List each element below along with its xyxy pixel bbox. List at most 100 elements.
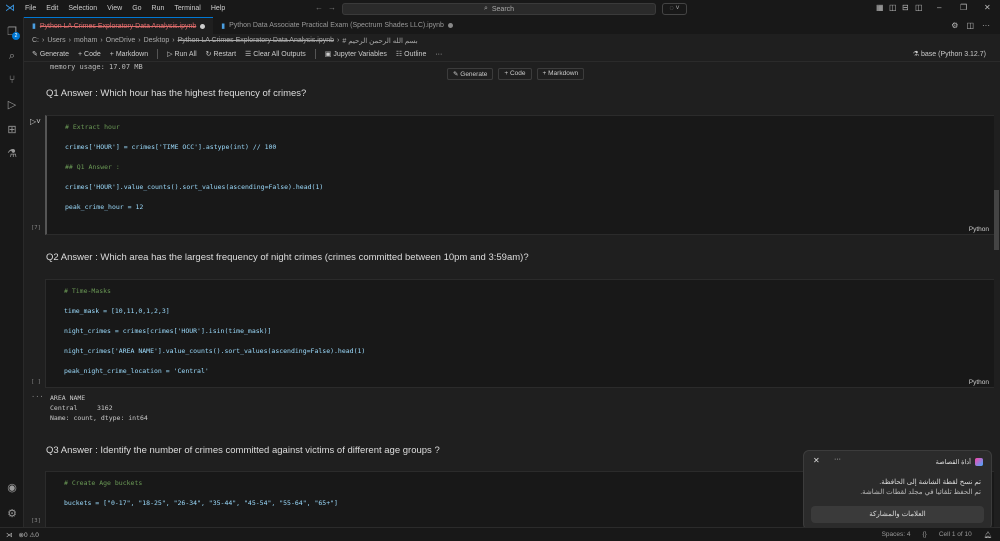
menu-view[interactable]: View: [102, 5, 127, 12]
run-debug-icon[interactable]: ▷: [5, 98, 19, 112]
problems-indicator[interactable]: ⊗0 ⚠0: [19, 531, 39, 539]
breadcrumb-item[interactable]: OneDrive: [106, 37, 136, 45]
menu-selection[interactable]: Selection: [63, 5, 102, 12]
close-window-icon[interactable]: ✕: [984, 3, 991, 12]
code-editor[interactable]: # Create Age buckets buckets = ["0-17", "…: [64, 479, 338, 519]
code-line[interactable]: buckets = ["0-17", "18-25", "26-34", "35…: [64, 499, 338, 519]
code-editor[interactable]: # Extract hour crimes['HOUR'] = crimes['T…: [65, 123, 323, 223]
breadcrumb-item[interactable]: # بسم الله الرحمن الرحيم: [342, 37, 417, 45]
insert-cell-toolbar: ✎ Generate + Code + Markdown: [447, 68, 585, 80]
settings-icon[interactable]: ⚙: [951, 21, 958, 30]
explorer-badge: 2: [12, 32, 20, 40]
toggle-sidebar-icon[interactable]: ◫: [889, 3, 897, 12]
notification-more-icon[interactable]: ···: [834, 456, 841, 463]
menu-file[interactable]: File: [20, 5, 41, 12]
cell-language[interactable]: Python: [969, 379, 989, 386]
jupyter-variables-button[interactable]: ▣ Jupyter Variables: [325, 50, 387, 58]
code-line[interactable]: crimes['HOUR'].value_counts().sort_value…: [65, 183, 323, 203]
code-line[interactable]: # Extract hour: [65, 123, 323, 143]
float-markdown-button[interactable]: + Markdown: [536, 68, 585, 80]
code-line[interactable]: night_crimes['AREA NAME'].value_counts()…: [64, 347, 365, 367]
scrollbar[interactable]: [994, 190, 999, 250]
account-icon[interactable]: ◉: [5, 481, 19, 495]
notification-close-icon[interactable]: ✕: [813, 456, 820, 465]
tab-spectrum-shades[interactable]: ▮ Python Data Associate Practical Exam (S…: [213, 17, 461, 34]
code-cell-2[interactable]: # Time-Masks time_mask = [10,11,0,1,2,3] n…: [45, 279, 994, 388]
code-line[interactable]: night_crimes = crimes[crimes['HOUR'].isi…: [64, 327, 365, 347]
float-code-button[interactable]: + Code: [498, 68, 532, 80]
generate-button[interactable]: ✎ Generate: [32, 50, 69, 58]
tab-la-crimes[interactable]: ▮ Python LA Crimes Exploratory Data Analy…: [24, 17, 214, 34]
code-cell-1[interactable]: # Extract hour crimes['HOUR'] = crimes['T…: [45, 115, 994, 235]
settings-gear-icon[interactable]: ⚙: [5, 507, 19, 521]
kernel-icon: ⚗: [912, 51, 920, 58]
more-button[interactable]: ···: [435, 51, 442, 58]
code-line[interactable]: peak_crime_hour = 12: [65, 203, 323, 223]
clear-outputs-button[interactable]: ☰ Clear All Outputs: [245, 50, 306, 58]
code-editor[interactable]: # Time-Masks time_mask = [10,11,0,1,2,3] n…: [64, 287, 365, 387]
run-all-button[interactable]: ▷ Run All: [167, 50, 197, 58]
tab-label: Python Data Associate Practical Exam (Sp…: [229, 22, 444, 29]
breadcrumb-item[interactable]: moham: [74, 37, 97, 45]
source-control-icon[interactable]: ⑂: [5, 73, 19, 87]
search-label: Search: [491, 5, 515, 13]
menu-run[interactable]: Run: [147, 5, 170, 12]
code-line[interactable]: # Create Age buckets: [64, 479, 338, 499]
more-actions-icon[interactable]: ···: [982, 21, 990, 30]
minimize-icon[interactable]: –: [937, 3, 941, 12]
toggle-panel-icon[interactable]: ⊟: [902, 3, 909, 12]
menu-edit[interactable]: Edit: [41, 5, 63, 12]
output-text: memory usage: 17.07 MB: [50, 63, 143, 71]
cell-language[interactable]: Python: [969, 226, 989, 233]
modified-dot-icon[interactable]: [447, 23, 453, 28]
run-cell-icon[interactable]: ▷˅: [30, 117, 41, 126]
back-arrow-icon[interactable]: ←: [315, 3, 323, 12]
testing-icon[interactable]: ⚗: [5, 147, 19, 161]
execution-count: [7]: [31, 225, 41, 231]
float-generate-button[interactable]: ✎ Generate: [447, 68, 494, 80]
breadcrumb-item[interactable]: Python LA Crimes Exploratory Data Analys…: [178, 37, 334, 45]
notebook-toolbar: ✎ Generate + Code + Markdown ▷ Run All ↻…: [24, 47, 1000, 62]
layout-icon[interactable]: ▦: [876, 3, 884, 12]
output-more-icon[interactable]: ···: [31, 393, 44, 401]
notifications-bell-icon[interactable]: 🔔︎: [984, 531, 992, 539]
indentation[interactable]: Spaces: 4: [882, 531, 911, 538]
restart-button[interactable]: ↻ Restart: [206, 50, 236, 58]
cell-position[interactable]: Cell 1 of 10: [939, 531, 972, 538]
menu-terminal[interactable]: Terminal: [169, 5, 205, 12]
add-markdown-button[interactable]: + Markdown: [110, 51, 148, 58]
status-bar: ⋊ ⊗0 ⚠0 Spaces: 4 {} Cell 1 of 10 🔔︎: [0, 527, 1000, 541]
forward-arrow-icon[interactable]: →: [328, 3, 336, 12]
copilot-button[interactable]: ◌ ˅: [662, 3, 687, 15]
code-line[interactable]: ## Q1 Answer :: [65, 163, 323, 183]
breadcrumb-item[interactable]: C:: [32, 37, 39, 45]
search-view-icon[interactable]: ⌕: [5, 49, 19, 63]
breadcrumb-item[interactable]: Users: [47, 37, 65, 45]
breadcrumb-item[interactable]: Desktop: [144, 37, 170, 45]
code-line[interactable]: crimes['HOUR'] = crimes['TIME OCC'].asty…: [65, 143, 323, 163]
toggle-secondary-sidebar-icon[interactable]: ◫: [915, 3, 923, 12]
divider: [157, 49, 159, 59]
outline-button[interactable]: ☷ Outline: [396, 50, 426, 58]
kernel-picker[interactable]: ⚗ base (Python 3.12.7): [913, 50, 986, 58]
split-editor-icon[interactable]: ◫: [966, 21, 974, 30]
restore-icon[interactable]: ❐: [960, 3, 967, 12]
notification-line: تم نسخ لقطة الشاشة إلى الحافظة.: [879, 479, 981, 486]
code-line[interactable]: # Time-Masks: [64, 287, 365, 307]
braces-icon[interactable]: {}: [923, 531, 927, 538]
menu-help[interactable]: Help: [206, 5, 230, 12]
divider: [314, 49, 316, 59]
menu-go[interactable]: Go: [127, 5, 146, 12]
notification-app-name: أداة القصاصة: [935, 459, 971, 466]
editor-tabs: ▮ Python LA Crimes Exploratory Data Analy…: [24, 17, 1000, 34]
code-line[interactable]: peak_night_crime_location = 'Central': [64, 367, 365, 387]
remote-icon[interactable]: ⋊: [0, 531, 19, 539]
snipping-tool-icon: [975, 458, 983, 466]
code-line[interactable]: time_mask = [10,11,0,1,2,3]: [64, 307, 365, 327]
execution-count: [ ]: [31, 379, 41, 385]
add-code-button[interactable]: + Code: [78, 51, 101, 58]
modified-dot-icon[interactable]: [200, 23, 206, 29]
extensions-icon[interactable]: ⊞: [5, 123, 19, 137]
markup-share-button[interactable]: العلامات والمشاركة: [811, 506, 984, 523]
search-box[interactable]: ⌕ Search: [342, 3, 656, 15]
